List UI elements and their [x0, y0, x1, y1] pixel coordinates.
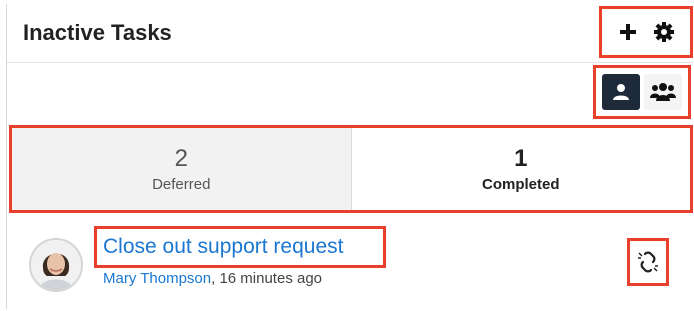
group-users-icon [650, 83, 676, 101]
user-photo [31, 240, 81, 290]
deferred-label: Deferred [152, 175, 211, 193]
assigned-user-link[interactable]: Mary Thompson [103, 270, 211, 287]
task-timestamp: , 16 minutes ago [211, 270, 323, 287]
task-title-link[interactable]: Close out support request [103, 235, 343, 259]
team-tasks-toggle[interactable] [644, 74, 682, 110]
task-title-highlight: Close out support request [94, 226, 386, 268]
dashlet-title: Inactive Tasks [23, 20, 172, 45]
add-task-button[interactable] [613, 17, 643, 47]
completed-count: 1 [514, 144, 528, 172]
deferred-count: 2 [174, 144, 188, 172]
my-tasks-toggle[interactable] [602, 74, 640, 110]
status-tabs: 2 Deferred 1 Completed [9, 125, 693, 213]
avatar[interactable] [29, 238, 83, 292]
gear-icon [654, 22, 674, 42]
unlink-icon [638, 251, 658, 273]
view-toggle-group [593, 65, 691, 119]
task-list-item: Close out support request Mary Thompson,… [7, 218, 693, 308]
unlink-button[interactable] [627, 238, 669, 286]
view-toggle-row [7, 63, 693, 123]
dashlet-header: Inactive Tasks [7, 4, 693, 63]
header-actions [599, 6, 693, 58]
plus-icon [620, 24, 636, 40]
completed-label: Completed [481, 175, 560, 193]
tab-deferred[interactable]: 2 Deferred [12, 128, 352, 210]
tab-completed[interactable]: 1 Completed [351, 128, 690, 210]
settings-button[interactable] [649, 17, 679, 47]
task-meta: Mary Thompson, 16 minutes ago [103, 270, 322, 287]
inactive-tasks-dashlet: Inactive Tasks 2 Deferred 1 Completed Cl… [6, 4, 693, 309]
single-user-icon [613, 84, 629, 100]
